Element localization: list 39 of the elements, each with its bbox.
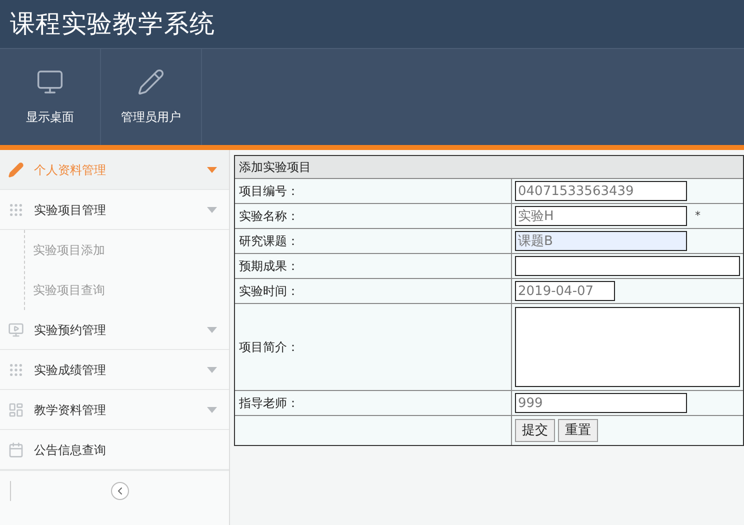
collapse-button[interactable] xyxy=(111,482,129,500)
text-field[interactable]: 课题B xyxy=(515,231,687,251)
pencil-icon xyxy=(137,68,165,96)
required-mark: * xyxy=(695,208,700,224)
layout-icon xyxy=(8,402,24,418)
form-button[interactable]: 重置 xyxy=(558,419,598,442)
field-label: 研究课题： xyxy=(235,229,512,253)
field-label: 指导老师： xyxy=(235,391,512,415)
sidebar-label: 个人资料管理 xyxy=(34,162,107,178)
form-button[interactable]: 提交 xyxy=(515,419,555,442)
field-label: 实验时间： xyxy=(235,279,512,303)
field-label: 项目编号： xyxy=(235,179,512,203)
caret-icon xyxy=(207,326,217,332)
caret-icon xyxy=(207,406,217,412)
sidebar-label: 实验项目管理 xyxy=(34,202,107,218)
app-title: 课程实验教学系统 xyxy=(10,8,215,40)
dots-icon xyxy=(8,202,24,218)
caret-icon xyxy=(207,206,217,212)
sidebar-label: 公告信息查询 xyxy=(34,442,107,458)
text-field[interactable]: 04071533563439 xyxy=(515,181,687,201)
caret-icon xyxy=(207,366,217,372)
sidebar-label: 实验预约管理 xyxy=(34,322,107,338)
caret-icon xyxy=(207,166,217,172)
date-field[interactable]: 2019-04-07 xyxy=(515,281,615,301)
text-field[interactable]: 实验H xyxy=(515,206,687,226)
monitor-icon xyxy=(36,68,64,96)
field-label: 预期成果： xyxy=(235,254,512,278)
pencil-icon xyxy=(8,162,24,178)
sidebar-label: 教学资料管理 xyxy=(34,402,107,418)
text-field[interactable] xyxy=(515,256,740,276)
text-field[interactable]: 999 xyxy=(515,393,687,413)
form-title: 添加实验项目 xyxy=(235,156,743,179)
screen-icon xyxy=(8,322,24,338)
textarea-field[interactable] xyxy=(515,307,740,387)
calendar-icon xyxy=(8,442,24,458)
field-label: 实验名称： xyxy=(235,204,512,228)
sidebar-label: 实验成绩管理 xyxy=(34,362,107,378)
field-label: 项目简介： xyxy=(235,304,512,390)
dots-icon xyxy=(8,362,24,378)
